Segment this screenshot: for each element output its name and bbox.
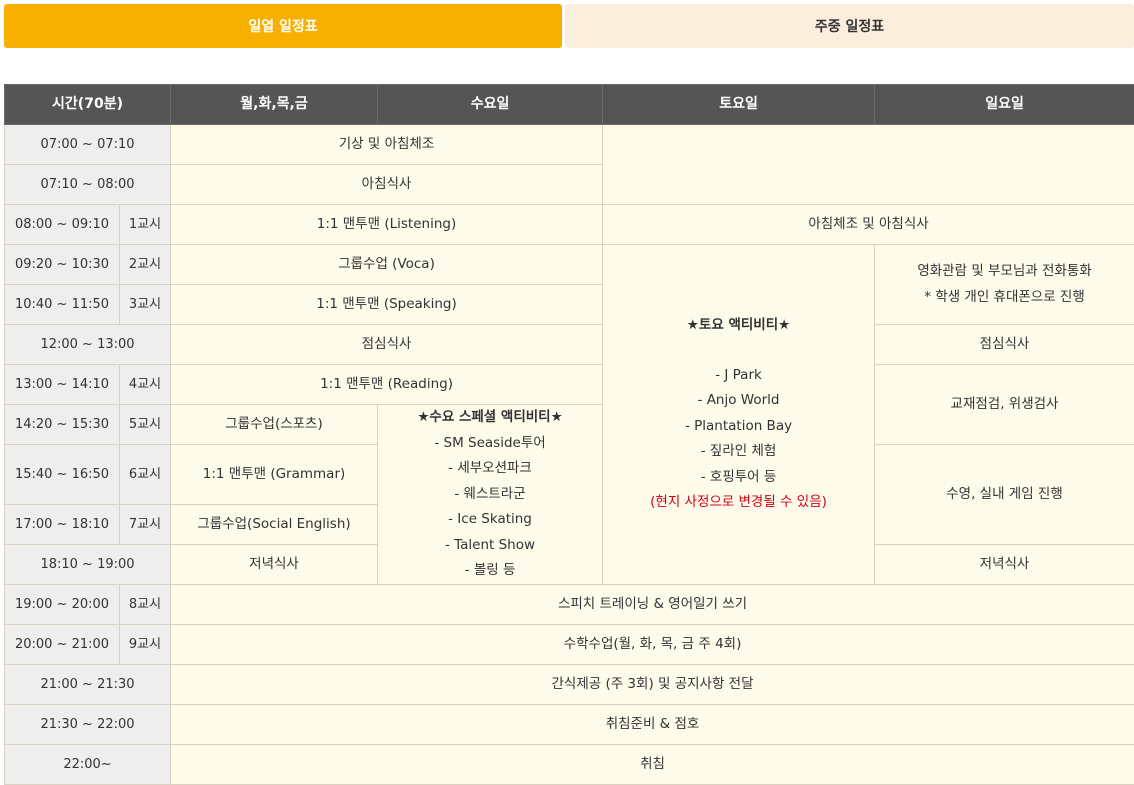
all-days-cell: 취침: [171, 745, 1134, 785]
saturday-activity-cell: ★토요 액티비티★ - J Park - Anjo World - Planta…: [603, 245, 875, 585]
weekday-cell: 기상 및 아침체조: [171, 125, 603, 165]
wednesday-activity-cell: ★수요 스페셜 액티비티★ - SM Seaside투어 - 세부오션파크 - …: [378, 405, 603, 585]
sunday-cell: 저녁식사: [875, 545, 1134, 585]
header-sun: 일요일: [875, 85, 1134, 125]
time-cell: 10:40 ~ 11:50: [5, 285, 120, 325]
table-row: 21:30 ~ 22:00 취침준비 & 점호: [5, 705, 1134, 745]
sat-activity-title: ★토요 액티비티★: [603, 313, 874, 339]
table-row: 09:20 ~ 10:30 2교시 그룹수업 (Voca) ★토요 액티비티★ …: [5, 245, 1134, 285]
header-mtwf: 월,화,목,금: [171, 85, 378, 125]
list-item: - 볼링 등: [378, 558, 602, 584]
wed-activity-title: ★수요 스페셜 액티비티★: [378, 405, 602, 431]
time-cell: 13:00 ~ 14:10: [5, 365, 120, 405]
sunday-movie-cell: 영화관람 및 부모님과 전화통화 * 학생 개인 휴대폰으로 진행: [875, 245, 1134, 325]
schedule-table: 시간(70분) 월,화,목,금 수요일 토요일 일요일 07:00 ~ 07:1…: [4, 84, 1134, 785]
weekend-cell: 아침체조 및 아침식사: [603, 205, 1134, 245]
mtwf-cell: 저녁식사: [171, 545, 378, 585]
sun-movie-text: 영화관람 및 부모님과 전화통화: [875, 259, 1134, 285]
all-days-cell: 수학수업(월, 화, 목, 금 주 4회): [171, 625, 1134, 665]
header-sat: 토요일: [603, 85, 875, 125]
period-cell: 4교시: [120, 365, 171, 405]
time-cell: 21:00 ~ 21:30: [5, 665, 171, 705]
time-cell: 09:20 ~ 10:30: [5, 245, 120, 285]
list-item: - J Park: [603, 363, 874, 389]
table-row: 12:00 ~ 13:00 점심식사 점심식사: [5, 325, 1134, 365]
list-item: - 웨스트라군: [378, 482, 602, 508]
table-row: 22:00~ 취침: [5, 745, 1134, 785]
period-cell: 3교시: [120, 285, 171, 325]
table-row: 19:00 ~ 20:00 8교시 스피치 트레이닝 & 영어일기 쓰기: [5, 585, 1134, 625]
time-cell: 17:00 ~ 18:10: [5, 505, 120, 545]
all-days-cell: 취침준비 & 점호: [171, 705, 1134, 745]
weekend-empty-cell: [603, 125, 1134, 205]
sunday-check-cell: 교재점검, 위생검사: [875, 365, 1134, 445]
mtwf-cell: 그룹수업(스포츠): [171, 405, 378, 445]
sunday-cell: 점심식사: [875, 325, 1134, 365]
tab-weekday-schedule[interactable]: 주중 일정표: [565, 4, 1134, 48]
time-cell: 07:10 ~ 08:00: [5, 165, 171, 205]
list-item: - Ice Skating: [378, 507, 602, 533]
weekday-cell: 1:1 맨투맨 (Reading): [171, 365, 603, 405]
list-item: - SM Seaside투어: [378, 431, 602, 457]
period-cell: 9교시: [120, 625, 171, 665]
header-row: 시간(70분) 월,화,목,금 수요일 토요일 일요일: [5, 85, 1134, 125]
time-cell: 20:00 ~ 21:00: [5, 625, 120, 665]
period-cell: 8교시: [120, 585, 171, 625]
list-item: - Plantation Bay: [603, 414, 874, 440]
table-row: 13:00 ~ 14:10 4교시 1:1 맨투맨 (Reading) 교재점검…: [5, 365, 1134, 405]
time-cell: 07:00 ~ 07:10: [5, 125, 171, 165]
period-cell: 2교시: [120, 245, 171, 285]
tab-daily-schedule[interactable]: 일열 일정표: [4, 4, 562, 48]
time-cell: 15:40 ~ 16:50: [5, 445, 120, 505]
list-item: - 세부오션파크: [378, 456, 602, 482]
period-cell: 5교시: [120, 405, 171, 445]
list-item: - 호핑투어 등: [603, 465, 874, 491]
list-item: - 짚라인 체험: [603, 439, 874, 465]
schedule-tabs: 일열 일정표 주중 일정표: [4, 4, 1134, 48]
weekday-cell: 그룹수업 (Voca): [171, 245, 603, 285]
header-wed: 수요일: [378, 85, 603, 125]
weekday-cell: 아침식사: [171, 165, 603, 205]
period-cell: 1교시: [120, 205, 171, 245]
sun-movie-note: * 학생 개인 휴대폰으로 진행: [875, 285, 1134, 311]
table-row: 08:00 ~ 09:10 1교시 1:1 맨투맨 (Listening) 아침…: [5, 205, 1134, 245]
time-cell: 12:00 ~ 13:00: [5, 325, 171, 365]
all-days-cell: 간식제공 (주 3회) 및 공지사항 전달: [171, 665, 1134, 705]
time-cell: 14:20 ~ 15:30: [5, 405, 120, 445]
time-cell: 21:30 ~ 22:00: [5, 705, 171, 745]
sat-activity-note: (현지 사정으로 변경될 수 있음): [603, 490, 874, 516]
sunday-swim-cell: 수영, 실내 게임 진행: [875, 445, 1134, 545]
list-item: - Talent Show: [378, 533, 602, 559]
time-cell: 18:10 ~ 19:00: [5, 545, 171, 585]
time-cell: 22:00~: [5, 745, 171, 785]
mtwf-cell: 그룹수업(Social English): [171, 505, 378, 545]
time-cell: 08:00 ~ 09:10: [5, 205, 120, 245]
table-row: 20:00 ~ 21:00 9교시 수학수업(월, 화, 목, 금 주 4회): [5, 625, 1134, 665]
weekday-cell: 1:1 맨투맨 (Speaking): [171, 285, 603, 325]
list-item: - Anjo World: [603, 388, 874, 414]
all-days-cell: 스피치 트레이닝 & 영어일기 쓰기: [171, 585, 1134, 625]
period-cell: 6교시: [120, 445, 171, 505]
mtwf-cell: 1:1 맨투맨 (Grammar): [171, 445, 378, 505]
weekday-cell: 점심식사: [171, 325, 603, 365]
header-time: 시간(70분): [5, 85, 171, 125]
weekday-cell: 1:1 맨투맨 (Listening): [171, 205, 603, 245]
table-row: 07:00 ~ 07:10 기상 및 아침체조: [5, 125, 1134, 165]
time-cell: 19:00 ~ 20:00: [5, 585, 120, 625]
period-cell: 7교시: [120, 505, 171, 545]
table-row: 21:00 ~ 21:30 간식제공 (주 3회) 및 공지사항 전달: [5, 665, 1134, 705]
